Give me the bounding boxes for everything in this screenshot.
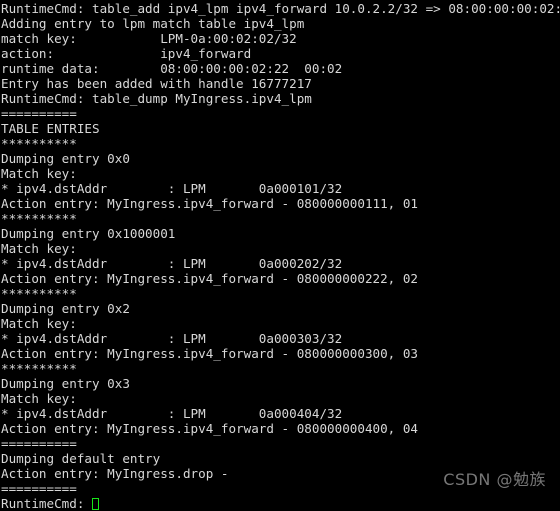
terminal-line: * ipv4.dstAddr : LPM 0a000101/32 [1,181,343,196]
terminal-line: runtime data: 08:00:00:00:02:22 00:02 [1,61,343,76]
terminal-line: Match key: [1,316,77,331]
terminal-line: Action entry: MyIngress.ipv4_forward - 0… [1,196,419,211]
terminal-line: Action entry: MyIngress.ipv4_forward - 0… [1,421,419,436]
terminal-line: TABLE ENTRIES [1,121,100,136]
terminal-line: match key: LPM-0a:00:02:02/32 [1,31,297,46]
terminal-line: RuntimeCmd: table_add ipv4_lpm ipv4_forw… [1,1,560,16]
terminal-line: ========== [1,106,77,121]
terminal-line: Adding entry to lpm match table ipv4_lpm [1,16,305,31]
terminal-line: ********** [1,286,77,301]
text-cursor [92,498,99,510]
terminal-line: action: ipv4_forward [1,46,252,61]
terminal-line: ========== [1,436,77,451]
terminal-line: RuntimeCmd: table_dump MyIngress.ipv4_lp… [1,91,312,106]
terminal-line: Dumping entry 0x3 [1,376,130,391]
terminal-line: ********** [1,361,77,376]
terminal-window[interactable]: RuntimeCmd: table_add ipv4_lpm ipv4_forw… [0,0,560,511]
terminal-line: Dumping entry 0x2 [1,301,130,316]
terminal-line: Dumping default entry [1,451,161,466]
terminal-line: Action entry: MyIngress.ipv4_forward - 0… [1,271,419,286]
terminal-line: Match key: [1,391,77,406]
terminal-line: Dumping entry 0x0 [1,151,130,166]
terminal-line: * ipv4.dstAddr : LPM 0a000303/32 [1,331,343,346]
terminal-line: Match key: [1,241,77,256]
terminal-line: Match key: [1,166,77,181]
terminal-line: * ipv4.dstAddr : LPM 0a000404/32 [1,406,343,421]
terminal-line: ********** [1,211,77,226]
terminal-line: Action entry: MyIngress.drop - [1,466,229,481]
terminal-line: * ipv4.dstAddr : LPM 0a000202/32 [1,256,343,271]
terminal-line: ********** [1,136,77,151]
terminal-screen[interactable]: RuntimeCmd: table_add ipv4_lpm ipv4_forw… [0,0,560,511]
terminal-line: Entry has been added with handle 1677721… [1,76,312,91]
terminal-prompt-line: RuntimeCmd: [1,496,560,511]
terminal-line: ========== [1,481,77,496]
terminal-line: Dumping entry 0x1000001 [1,226,176,241]
terminal-line: Action entry: MyIngress.ipv4_forward - 0… [1,346,419,361]
